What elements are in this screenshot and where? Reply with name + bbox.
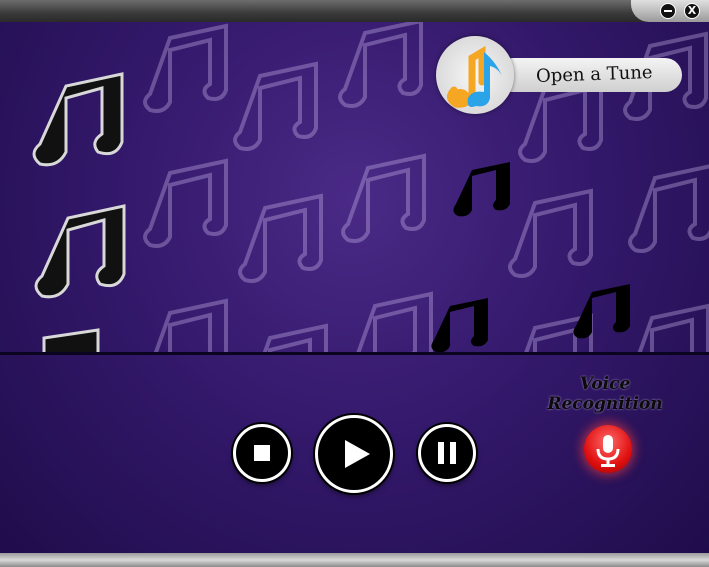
faint-note-icon	[625, 304, 709, 354]
faint-note-icon	[233, 62, 318, 151]
voice-title-line2: Recognition	[547, 394, 663, 414]
title-bar[interactable]: X	[0, 0, 709, 22]
black-note-icon	[431, 298, 488, 353]
app-window: X Open a Tune Voice Recognition	[0, 0, 709, 567]
voice-recognition-title: Voice Recognition	[530, 374, 680, 414]
faint-note-icon	[143, 24, 228, 113]
open-tune-label[interactable]: Open a Tune	[536, 62, 653, 87]
pause-button[interactable]	[418, 424, 476, 482]
open-tune-logo[interactable]	[436, 36, 514, 114]
faint-note-icon	[143, 159, 228, 248]
close-button[interactable]: X	[684, 3, 700, 19]
minimize-button[interactable]	[660, 3, 676, 19]
panel-divider	[0, 352, 709, 355]
voice-recognition-button[interactable]	[584, 425, 632, 473]
music-note-icon	[447, 45, 502, 108]
black-note-icon	[573, 284, 630, 339]
faint-note-icon	[348, 292, 433, 354]
black-note-icon	[453, 162, 510, 217]
pause-icon	[438, 442, 456, 464]
play-button[interactable]	[315, 415, 393, 493]
faint-note-icon	[238, 194, 323, 283]
open-tune-button[interactable]: Open a Tune	[436, 36, 684, 116]
voice-title-line1: Voice	[579, 374, 631, 394]
stop-button[interactable]	[233, 424, 291, 482]
faint-note-icon	[508, 189, 593, 278]
microphone-icon	[596, 435, 620, 467]
stop-icon	[254, 445, 270, 461]
faint-note-icon	[341, 154, 426, 243]
faint-note-icon	[243, 324, 328, 354]
glossy-note-icon	[32, 72, 124, 167]
play-icon	[345, 440, 370, 468]
bottom-bar	[0, 553, 709, 567]
faint-note-icon	[143, 299, 228, 354]
faint-note-icon	[628, 164, 709, 253]
faint-note-icon	[338, 22, 423, 108]
glossy-note-icon	[34, 204, 126, 299]
glossy-note-icon	[42, 328, 100, 354]
